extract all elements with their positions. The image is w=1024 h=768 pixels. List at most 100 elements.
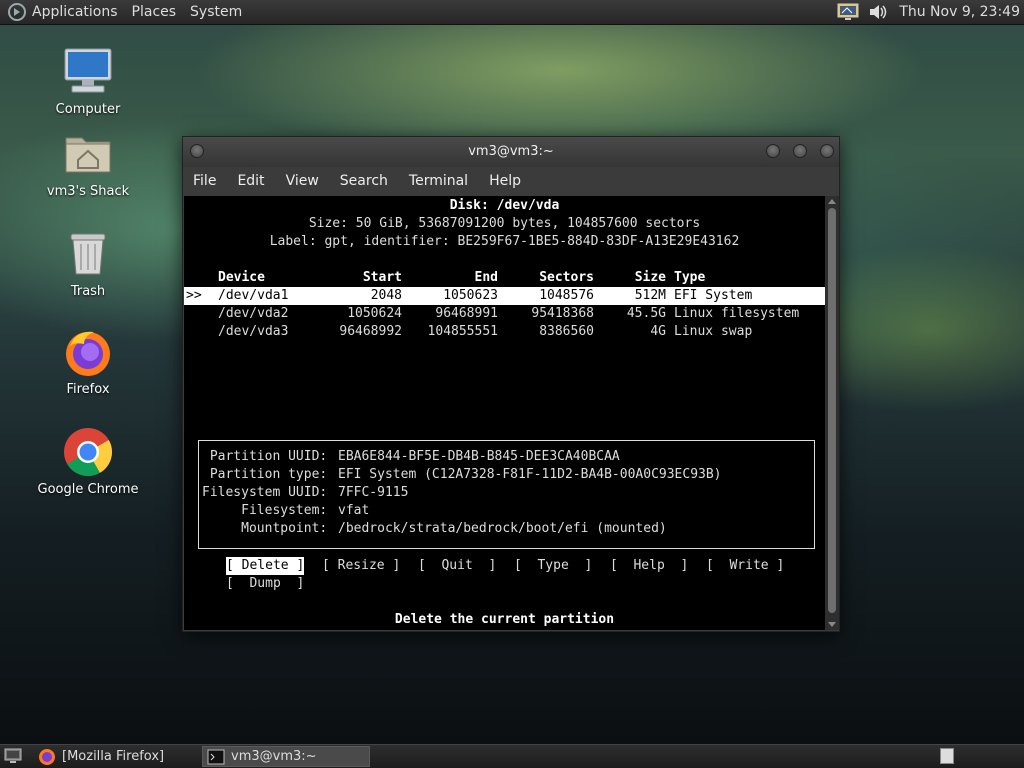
dump-button[interactable]: [ Dump ] — [226, 575, 304, 593]
show-desktop-icon[interactable] — [4, 748, 22, 764]
applications-menu[interactable]: Applications — [32, 4, 118, 20]
partition-device: /dev/vda1 — [218, 288, 289, 303]
header-device: Device — [218, 270, 265, 285]
disk-label-line: Label: gpt, identifier: BE259F67-1BE5-88… — [269, 234, 740, 249]
desktop-icon-label: Google Chrome — [37, 482, 139, 497]
bottom-panel: [Mozilla Firefox] vm3@vm3:~ — [0, 744, 1024, 768]
computer-icon — [64, 48, 112, 93]
window-menubar: File Edit View Search Terminal Help — [183, 167, 839, 195]
info-label: Partition type: — [202, 467, 328, 482]
partition-size: 4G — [650, 324, 666, 339]
write-button[interactable]: [ Write ] — [706, 557, 784, 575]
scroll-down-icon[interactable] — [828, 622, 836, 627]
menu-edit[interactable]: Edit — [237, 173, 264, 189]
system-tray: Thu Nov 9, 23:49 — [837, 0, 1024, 25]
partition-start: 1050624 — [347, 306, 402, 321]
partition-size: 45.5G — [626, 306, 666, 321]
partition-sectors: 8386560 — [539, 324, 594, 339]
info-label: Partition UUID: — [202, 449, 328, 464]
partition-row[interactable]: >> /dev/vda1 2048 1050623 1048576 512M E… — [184, 287, 825, 305]
partition-row[interactable]: /dev/vda2 1050624 96468991 95418368 45.5… — [184, 305, 825, 323]
top-panel: Applications Places System Thu Nov 9, 23… — [0, 0, 1024, 25]
header-size: Size — [634, 270, 666, 285]
partition-start: 2048 — [370, 288, 402, 303]
info-value: vfat — [338, 503, 370, 518]
display-icon[interactable] — [837, 3, 859, 21]
help-button[interactable]: [ Help ] — [610, 557, 688, 575]
scroll-up-icon[interactable] — [828, 199, 836, 204]
partition-start: 96468992 — [339, 324, 402, 339]
desktop-icon-chrome[interactable]: Google Chrome — [28, 426, 148, 497]
close-button[interactable] — [820, 144, 834, 158]
info-label: Filesystem: — [202, 503, 328, 518]
desktop-icon-label: Computer — [55, 102, 121, 117]
quit-button[interactable]: [ Quit ] — [418, 557, 496, 575]
clock[interactable]: Thu Nov 9, 23:49 — [899, 4, 1020, 20]
window-titlebar[interactable]: vm3@vm3:~ — [183, 137, 839, 167]
menu-help[interactable]: Help — [489, 173, 521, 189]
system-menu[interactable]: System — [190, 4, 242, 20]
delete-button[interactable]: [ Delete ] — [226, 557, 305, 575]
row-selector: >> — [186, 288, 202, 303]
menu-view[interactable]: View — [286, 173, 319, 189]
workspace-switcher[interactable] — [940, 748, 954, 764]
partition-end: 104855551 — [427, 324, 498, 339]
desktop-icon-label: vm3's Shack — [46, 184, 130, 199]
chrome-icon — [64, 428, 113, 477]
partition-table-header: Device Start End Sectors Size Type — [184, 269, 825, 287]
trash-icon — [70, 233, 106, 275]
terminal-window: vm3@vm3:~ File Edit View Search Terminal… — [182, 136, 840, 632]
info-value: /bedrock/strata/bedrock/boot/efi (mounte… — [338, 521, 667, 536]
info-value: EFI System (C12A7328-F81F-11D2-BA4B-00A0… — [338, 467, 722, 482]
volume-icon[interactable] — [867, 3, 889, 21]
type-button[interactable]: [ Type ] — [514, 557, 592, 575]
menu-terminal[interactable]: Terminal — [409, 173, 468, 189]
terminal-icon — [207, 749, 225, 764]
menu-logo-icon[interactable] — [8, 3, 26, 21]
taskbar-item-label: vm3@vm3:~ — [231, 749, 317, 764]
menu-file[interactable]: File — [193, 173, 216, 189]
header-start: Start — [362, 270, 402, 285]
info-value: 7FFC-9115 — [338, 485, 409, 500]
desktop-icon-firefox[interactable]: Firefox — [28, 326, 148, 397]
partition-end: 1050623 — [443, 288, 498, 303]
desktop-icon-computer[interactable]: Computer — [28, 46, 148, 117]
firefox-icon — [39, 748, 55, 765]
partition-info-box: Partition UUID: EBA6E844-BF5E-DB4B-B845-… — [198, 440, 815, 549]
partition-end: 96468991 — [435, 306, 498, 321]
partition-size: 512M — [634, 288, 666, 303]
taskbar-item-label: [Mozilla Firefox] — [62, 749, 165, 764]
partition-type: EFI System — [674, 288, 753, 303]
maximize-button[interactable] — [793, 144, 807, 158]
partition-device: /dev/vda3 — [218, 324, 289, 339]
terminal-scrollbar[interactable] — [825, 196, 839, 630]
info-value: EBA6E844-BF5E-DB4B-B845-DEE3CA40BCAA — [338, 449, 620, 464]
disk-size-line: Size: 50 GiB, 53687091200 bytes, 1048576… — [308, 216, 701, 231]
partition-sectors: 95418368 — [531, 306, 594, 321]
disk-title: Disk: /dev/vda — [449, 198, 560, 213]
partition-sectors: 1048576 — [539, 288, 594, 303]
header-end: End — [474, 270, 498, 285]
places-menu[interactable]: Places — [132, 4, 177, 20]
firefox-icon — [66, 331, 110, 376]
desktop-icon-home[interactable]: vm3's Shack — [28, 128, 148, 199]
resize-button[interactable]: [ Resize ] — [322, 557, 400, 575]
menu-search[interactable]: Search — [340, 173, 388, 189]
status-message: Delete the current partition — [394, 612, 615, 627]
info-label: Mountpoint: — [202, 521, 328, 536]
window-title: vm3@vm3:~ — [468, 144, 554, 159]
partition-type: Linux filesystem — [674, 306, 800, 321]
taskbar-item-firefox[interactable]: [Mozilla Firefox] — [34, 746, 198, 767]
desktop-icon-trash[interactable]: Trash — [28, 228, 148, 299]
partition-device: /dev/vda2 — [218, 306, 289, 321]
header-type: Type — [674, 270, 706, 285]
partition-row[interactable]: /dev/vda3 96468992 104855551 8386560 4G … — [184, 323, 825, 341]
taskbar-item-terminal[interactable]: vm3@vm3:~ — [202, 746, 370, 767]
home-folder-icon — [65, 137, 111, 173]
partition-type: Linux swap — [674, 324, 753, 339]
minimize-button[interactable] — [766, 144, 780, 158]
scrollbar-thumb[interactable] — [828, 208, 836, 613]
desktop-icon-label: Firefox — [66, 382, 110, 397]
terminal-output[interactable]: Disk: /dev/vda Size: 50 GiB, 53687091200… — [184, 196, 825, 630]
info-label: Filesystem UUID: — [202, 485, 328, 500]
